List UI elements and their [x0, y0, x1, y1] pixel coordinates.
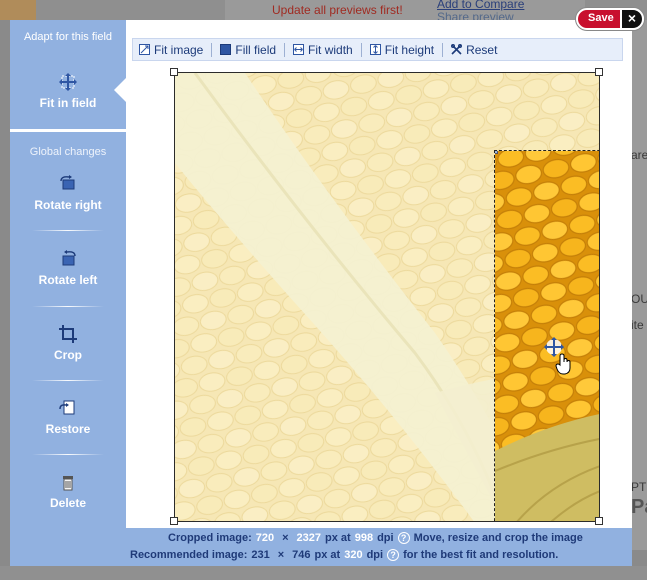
- times-sign: ×: [277, 549, 285, 561]
- resize-handle-bottom-right[interactable]: [595, 517, 603, 525]
- background-footer: [0, 566, 647, 580]
- trash-icon: [63, 476, 73, 491]
- toolbar-divider: [284, 42, 286, 57]
- bg-fragment: ite: [631, 318, 644, 332]
- cropped-image-row: Cropped image: 720 × 2327 px at 998 dpi …: [168, 532, 583, 544]
- divider: [32, 230, 104, 231]
- resize-handle-top-left[interactable]: [170, 68, 178, 76]
- help-icon[interactable]: ?: [387, 549, 400, 561]
- section-divider: [10, 129, 126, 132]
- delete-button[interactable]: Delete: [10, 472, 126, 510]
- toolbar-divider: [442, 42, 444, 57]
- update-warning: Update all previews first!: [272, 3, 403, 17]
- hint-line-1: Move, resize and crop the image: [413, 532, 583, 544]
- image-editor-dialog: Adapt for this field Fit in field Global…: [10, 20, 632, 566]
- global-changes-label: Global changes: [29, 146, 107, 158]
- save-label: Save: [588, 12, 614, 24]
- resize-handle-top-right[interactable]: [595, 68, 603, 76]
- rotate-left-button[interactable]: Rotate left: [10, 249, 126, 287]
- recommended-image-row: Recommended image: 231 × 746 px at 320 d…: [130, 549, 558, 561]
- crop-label: Crop: [54, 348, 82, 362]
- reset-label: Reset: [466, 42, 498, 57]
- fit-toolbar: Fit image Fill field Fit width Fit heigh…: [132, 38, 623, 61]
- hint-line-2: for the best fit and resolution.: [403, 549, 559, 561]
- rotate-left-label: Rotate left: [38, 273, 98, 287]
- recommended-image-label: Recommended image:: [130, 549, 248, 561]
- recommended-height: 746: [292, 549, 311, 561]
- divider: [32, 454, 104, 455]
- px-at-label: px at: [314, 549, 341, 561]
- image-preview[interactable]: [174, 72, 600, 522]
- px-at-label: px at: [325, 532, 351, 544]
- adapt-label: Adapt for this field: [23, 31, 113, 43]
- move-icon: [59, 73, 77, 91]
- reset-button[interactable]: Reset: [451, 43, 497, 57]
- bg-fragment: Pa: [631, 496, 647, 518]
- fit-height-icon: [369, 44, 381, 55]
- cropped-image-label: Cropped image:: [168, 532, 252, 544]
- cropped-width: 720: [255, 532, 275, 544]
- fill-field-icon: [220, 44, 232, 55]
- fill-field-button[interactable]: Fill field: [220, 43, 276, 57]
- bg-fragment: PT: [631, 480, 647, 494]
- background-thumbnail: [0, 0, 36, 20]
- resize-handle-bottom-left[interactable]: [170, 517, 178, 525]
- cropped-dpi: 998: [354, 532, 374, 544]
- recommended-dpi: 320: [344, 549, 363, 561]
- rotate-left-icon: [62, 250, 76, 266]
- reset-icon: [451, 44, 463, 55]
- fit-width-icon: [293, 44, 305, 55]
- delete-label: Delete: [49, 496, 87, 510]
- restore-label: Restore: [45, 422, 91, 436]
- toolbar-divider: [211, 42, 213, 57]
- crop-handle-top-left[interactable]: [495, 151, 498, 154]
- active-pointer: [114, 78, 126, 102]
- fit-in-field-label: Fit in field: [39, 96, 97, 110]
- cropped-height: 2327: [296, 532, 322, 544]
- bg-fragment: are: [631, 148, 647, 162]
- fit-image-button[interactable]: Fit image: [139, 43, 203, 57]
- fit-width-button[interactable]: Fit width: [293, 43, 353, 57]
- fit-image-label: Fit image: [154, 42, 204, 57]
- fit-height-button[interactable]: Fit height: [369, 42, 435, 57]
- crop-frame[interactable]: [494, 150, 599, 521]
- restore-button[interactable]: Restore: [10, 398, 126, 436]
- rotate-right-icon: [60, 175, 75, 190]
- fit-image-icon: [139, 44, 150, 55]
- dpi-label: dpi: [366, 549, 384, 561]
- help-icon[interactable]: ?: [397, 532, 410, 544]
- sidebar: Adapt for this field Fit in field Global…: [10, 20, 126, 528]
- editor-canvas: Fit image Fill field Fit width Fit heigh…: [126, 20, 632, 528]
- hand-cursor-icon: [555, 353, 571, 375]
- fit-width-label: Fit width: [308, 42, 353, 57]
- recommended-width: 231: [251, 549, 270, 561]
- dpi-label: dpi: [377, 532, 394, 544]
- bg-fragment: OU: [631, 292, 647, 306]
- restore-icon: [59, 400, 75, 415]
- close-icon[interactable]: ×: [620, 8, 644, 30]
- divider: [32, 380, 104, 381]
- fit-height-label: Fit height: [384, 42, 435, 57]
- save-button[interactable]: Save ×: [576, 8, 644, 30]
- rotate-right-button[interactable]: Rotate right: [10, 174, 126, 212]
- toolbar-divider: [360, 42, 362, 57]
- image-info-bar: Cropped image: 720 × 2327 px at 998 dpi …: [10, 528, 632, 566]
- fit-in-field-button[interactable]: Fit in field: [10, 72, 126, 110]
- times-sign: ×: [282, 532, 289, 544]
- crop-icon: [59, 325, 77, 343]
- crop-button[interactable]: Crop: [10, 324, 126, 362]
- fill-field-label: Fill field: [235, 42, 277, 57]
- divider: [32, 306, 104, 307]
- rotate-right-label: Rotate right: [34, 198, 102, 212]
